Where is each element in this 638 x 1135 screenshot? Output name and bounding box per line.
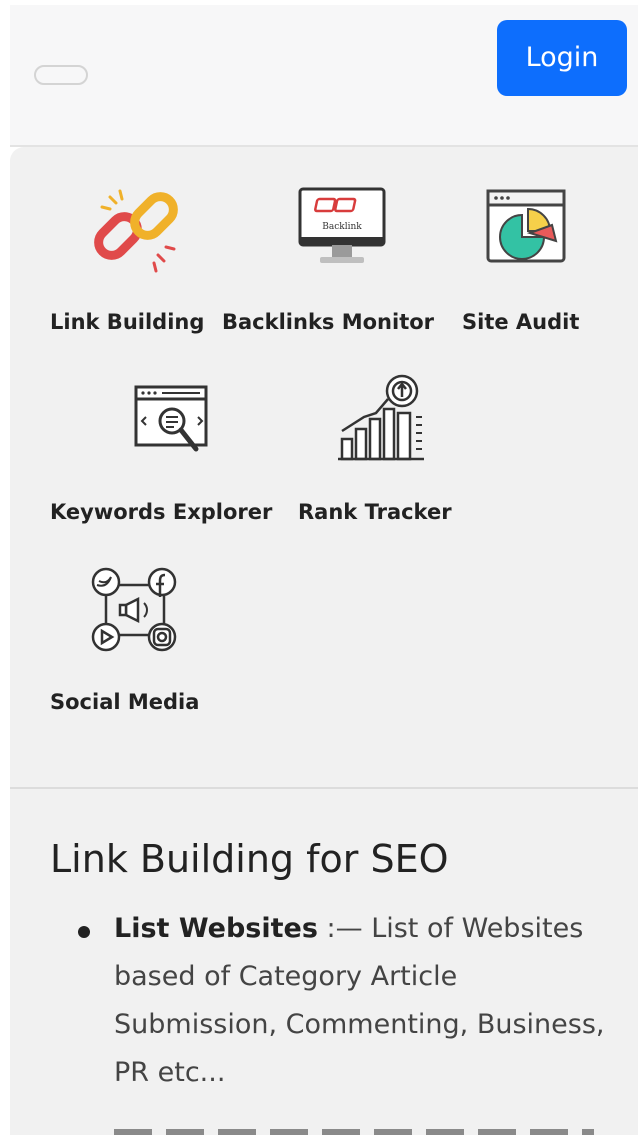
tool-site-audit[interactable]: Site Audit	[450, 147, 638, 347]
list-item: List Websites :— List of Websites based …	[114, 905, 614, 1097]
tool-label: Social Media	[50, 690, 200, 714]
tool-label: Link Building	[50, 310, 205, 334]
chain-link-icon	[94, 189, 178, 273]
list-item-strong: List Websites	[114, 913, 318, 944]
article-title: Link Building for SEO	[50, 837, 449, 881]
tool-link-building[interactable]: Link Building	[10, 147, 230, 347]
list-bullet	[78, 926, 90, 938]
list-item-separator: :—	[317, 913, 372, 944]
tool-label: Backlinks Monitor	[222, 310, 435, 334]
tool-label: Keywords Explorer	[50, 500, 273, 524]
navbar-toggler[interactable]	[34, 65, 88, 85]
tool-label: Rank Tracker	[298, 500, 452, 524]
social-network-icon	[91, 567, 177, 652]
page: Login Link Building Backlink Backlinks M…	[0, 0, 638, 1135]
navbar: Login	[10, 5, 638, 147]
next-list-item-partial	[114, 1129, 594, 1135]
tool-rank-tracker[interactable]: Rank Tracker	[298, 347, 500, 537]
login-button[interactable]: Login	[497, 20, 627, 96]
svg-text:Backlink: Backlink	[322, 222, 362, 232]
magnifier-window-icon	[134, 385, 208, 452]
rising-bar-chart-icon	[338, 374, 424, 461]
article-section: Link Building for SEO List Websites :— L…	[10, 789, 638, 1135]
tools-panel: Link Building Backlink Backlinks Monitor	[10, 147, 638, 789]
tool-social-media[interactable]: Social Media	[10, 537, 270, 737]
pie-chart-window-icon	[486, 189, 566, 263]
backlink-monitor-icon: Backlink	[298, 187, 386, 263]
tool-label: Site Audit	[462, 310, 580, 334]
tool-backlinks-monitor[interactable]: Backlink Backlinks Monitor	[222, 147, 470, 347]
tool-keywords-explorer[interactable]: Keywords Explorer	[10, 347, 300, 537]
